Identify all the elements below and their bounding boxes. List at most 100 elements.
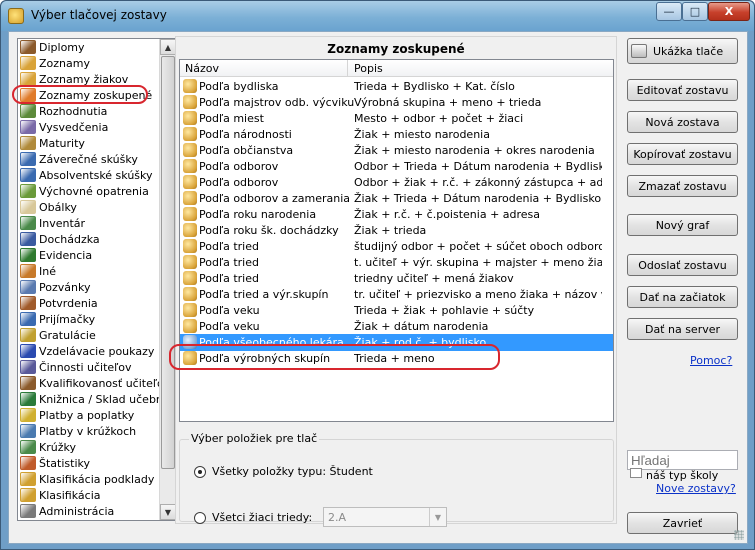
column-header-name[interactable]: Názov [185,62,219,75]
chevron-down-icon[interactable]: ▼ [429,508,446,526]
close-button[interactable]: Zavrieť [627,512,738,534]
table-row[interactable]: Podľa všeobecného lekára Žiak + rod.č. + … [180,334,613,351]
inventory-icon [20,216,36,230]
category-item[interactable]: Platby a poplatky [18,407,158,423]
category-item[interactable]: Klasifikácia podklady [18,471,158,487]
title-bar[interactable]: Výber tlačovej zostavy — □ X [1,1,754,31]
category-item[interactable]: Krúžky [18,439,158,455]
maximize-button[interactable]: □ [682,2,708,21]
report-name-cell: Podľa roku narodenia [199,208,317,221]
category-item[interactable]: Pozvánky [18,279,158,295]
new-graph-button[interactable]: Nový graf [627,214,738,236]
delete-report-button[interactable]: Zmazať zostavu [627,175,738,197]
column-divider[interactable] [347,60,348,77]
report-icon [183,239,197,253]
category-item[interactable]: Zoznamy [18,55,158,71]
resize-grip[interactable] [734,530,744,540]
category-item[interactable]: Vysvedčenia [18,119,158,135]
category-item[interactable]: Prijímačky [18,311,158,327]
radio-all-items[interactable] [194,466,206,478]
scroll-down-button[interactable]: ▼ [160,504,176,520]
help-link[interactable]: Pomoc? [690,354,732,367]
table-row[interactable]: Podľa veku Trieda + žiak + pohlavie + súč… [180,302,613,319]
category-item[interactable]: Evidencia [18,247,158,263]
group-label: Výber položiek pre tlač [189,432,320,445]
new-reports-link[interactable]: Nove zostavy? [656,482,736,495]
report-name-cell: Podľa roku šk. dochádzky [199,224,339,237]
category-item[interactable]: Inventár [18,215,158,231]
other-icon [20,264,36,278]
radio-class-students-label[interactable]: Všetci žiaci triedy: [212,511,312,524]
report-description-cell: Trieda + žiak + pohlavie + súčty [354,304,535,317]
table-row[interactable]: Podľa národnosti Žiak + miesto narodenia [180,126,613,143]
table-row[interactable]: Podľa odborov a zamerania Žiak + Trieda +… [180,190,613,207]
category-item[interactable]: Dochádzka [18,231,158,247]
table-row[interactable]: Podľa odborov Odbor + žiak + r.č. + zákon… [180,174,613,191]
category-item[interactable]: Platby v krúžkoch [18,423,158,439]
report-name-cell: Podľa tried [199,240,259,253]
category-item[interactable]: Štatistiky [18,455,158,471]
move-to-start-button[interactable]: Dať na začiatok [627,286,738,308]
table-row[interactable]: Podľa tried triedny učiteľ + mená žiakov [180,270,613,287]
send-report-button[interactable]: Odoslať zostavu [627,254,738,276]
category-item[interactable]: Diplomy [18,39,158,55]
category-item-label: Zoznamy žiakov [39,72,129,86]
category-item[interactable]: Potvrdenia [18,295,158,311]
table-row[interactable]: Podľa odborov Odbor + Trieda + Dátum naro… [180,158,613,175]
table-row[interactable]: Podľa majstrov odb. výcviku Výrobná skupi… [180,94,613,111]
category-item[interactable]: Vzdelávacie poukazy [18,343,158,359]
category-item[interactable]: Výchovné opatrenia [18,183,158,199]
category-item[interactable]: Maturity [18,135,158,151]
category-item-label: Dochádzka [39,232,100,246]
own-school-type-label[interactable]: náš typ školy [646,469,718,482]
category-item[interactable]: Činnosti učiteľov [18,359,158,375]
edit-report-button[interactable]: Editovať zostavu [627,79,738,101]
table-row[interactable]: Podľa bydliska Trieda + Bydlisko + Kat. č… [180,78,613,95]
category-item[interactable]: Knižnica / Sklad učebníc [18,391,172,407]
table-row[interactable]: Podľa tried t. učiteľ + výr. skupina + ma… [180,254,613,271]
category-item[interactable]: Absolventské skúšky [18,167,158,183]
search-input[interactable] [627,450,738,470]
category-item[interactable]: Administrácia [18,503,158,519]
table-row[interactable]: Podľa roku šk. dochádzky Žiak + trieda [180,222,613,239]
copy-report-button[interactable]: Kopírovať zostavu [627,143,738,165]
category-item[interactable]: Kvalifikovanosť učiteľov [18,375,170,391]
report-icon [183,287,197,301]
category-list-scrollbar[interactable]: ▲ ▼ [159,39,176,520]
table-row[interactable]: Podľa občianstva Žiak + miesto narodenia … [180,142,613,159]
radio-all-items-label[interactable]: Všetky položky typu: Študent [212,465,373,478]
report-description-cell: Mesto + odbor + počet + žiaci [354,112,524,125]
scroll-thumb[interactable] [161,56,175,469]
class-select[interactable]: 2.A ▼ [323,507,447,527]
category-list[interactable]: Diplomy Zoznamy Zoznamy žiakov Zoznamy zosk… [17,38,177,521]
minimize-button[interactable]: — [656,2,682,21]
category-item[interactable]: Zoznamy žiakov [18,71,158,87]
table-row[interactable]: Podľa tried študijný odbor + počet + súče… [180,238,613,255]
table-row[interactable]: Podľa roku narodenia Žiak + r.č. + č.pois… [180,206,613,223]
category-item[interactable]: Rozhodnutia [18,103,158,119]
report-name-cell: Podľa občianstva [199,144,294,157]
table-row[interactable]: Podľa výrobných skupín Trieda + meno [180,350,613,367]
upload-to-server-button[interactable]: Dať na server [627,318,738,340]
own-school-type-checkbox[interactable] [630,468,642,478]
category-item[interactable]: Gratulácie [18,327,158,343]
category-item-label: Diplomy [39,40,85,54]
scroll-up-button[interactable]: ▲ [160,39,176,55]
table-row[interactable]: Podľa miest Mesto + odbor + počet + žiaci [180,110,613,127]
new-report-button[interactable]: Nová zostava [627,111,738,133]
radio-class-students[interactable] [194,512,206,524]
print-preview-button[interactable]: Ukážka tlače [627,38,738,64]
report-table[interactable]: Názov Popis Podľa bydliska Trieda + Bydli… [179,59,614,422]
column-header-description[interactable]: Popis [354,62,383,75]
records-icon [20,248,36,262]
category-item[interactable]: Záverečné skúšky [18,151,158,167]
category-item[interactable]: Zoznamy zoskupené [18,87,158,103]
category-item-label: Prijímačky [39,312,96,326]
category-item[interactable]: Iné [18,263,158,279]
category-item[interactable]: Klasifikácia [18,487,158,503]
printer-icon [631,44,647,58]
close-window-button[interactable]: X [708,2,750,21]
table-row[interactable]: Podľa tried a výr.skupín tr. učiteľ + pri… [180,286,613,303]
category-item[interactable]: Obálky [18,199,158,215]
table-row[interactable]: Podľa veku Žiak + dátum narodenia [180,318,613,335]
